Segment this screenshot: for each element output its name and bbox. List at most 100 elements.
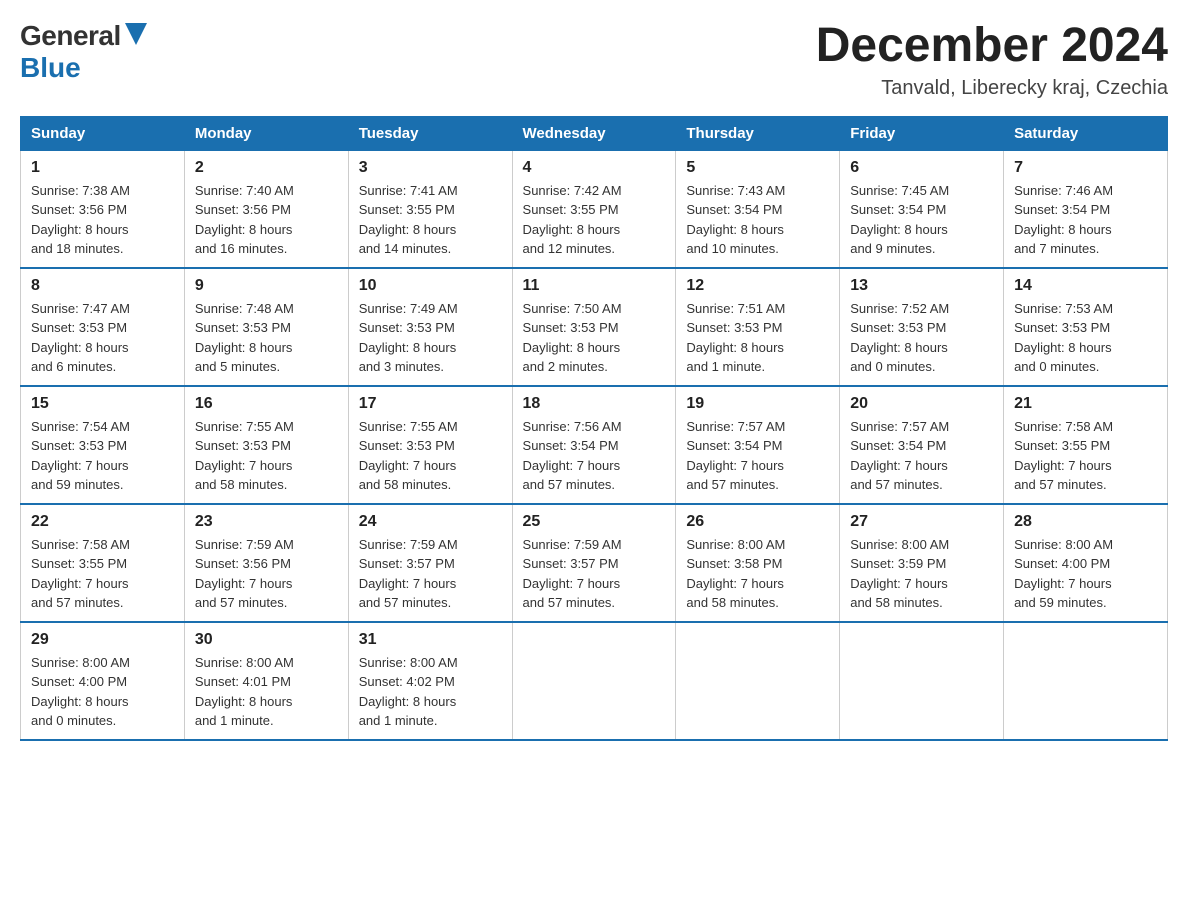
day-cell: 30Sunrise: 8:00 AMSunset: 4:01 PMDayligh…	[184, 622, 348, 740]
day-info: Sunrise: 7:47 AMSunset: 3:53 PMDaylight:…	[31, 299, 174, 377]
day-cell: 3 Sunrise: 7:41 AMSunset: 3:55 PMDaylight…	[348, 150, 512, 268]
day-number: 2	[195, 159, 338, 177]
day-info: Sunrise: 8:00 AMSunset: 4:00 PMDaylight:…	[31, 653, 174, 731]
day-number: 10	[359, 277, 502, 295]
day-cell: 1 Sunrise: 7:38 AMSunset: 3:56 PMDaylight…	[21, 150, 185, 268]
day-cell: 31 Sunrise: 8:00 AMSunset: 4:02 PMDayligh…	[348, 622, 512, 740]
day-info: Sunrise: 7:56 AMSunset: 3:54 PMDaylight:…	[523, 417, 666, 495]
calendar-table: SundayMondayTuesdayWednesdayThursdayFrid…	[20, 116, 1168, 741]
week-row-1: 1 Sunrise: 7:38 AMSunset: 3:56 PMDaylight…	[21, 150, 1168, 268]
day-number: 22	[31, 513, 174, 531]
day-number: 16	[195, 395, 338, 413]
day-info: Sunrise: 7:55 AMSunset: 3:53 PMDaylight:…	[359, 417, 502, 495]
header-cell-monday: Monday	[184, 116, 348, 150]
location-title: Tanvald, Liberecky kraj, Czechia	[816, 77, 1168, 100]
day-cell: 8 Sunrise: 7:47 AMSunset: 3:53 PMDaylight…	[21, 268, 185, 386]
month-title: December 2024	[816, 20, 1168, 73]
day-info: Sunrise: 7:58 AMSunset: 3:55 PMDaylight:…	[31, 535, 174, 613]
day-number: 1	[31, 159, 174, 177]
day-cell: 27Sunrise: 8:00 AMSunset: 3:59 PMDayligh…	[840, 504, 1004, 622]
day-cell: 11Sunrise: 7:50 AMSunset: 3:53 PMDayligh…	[512, 268, 676, 386]
day-info: Sunrise: 7:46 AMSunset: 3:54 PMDaylight:…	[1014, 181, 1157, 259]
day-info: Sunrise: 7:59 AMSunset: 3:57 PMDaylight:…	[523, 535, 666, 613]
header: General Blue December 2024 Tanvald, Libe…	[20, 20, 1168, 100]
week-row-3: 15Sunrise: 7:54 AMSunset: 3:53 PMDayligh…	[21, 386, 1168, 504]
day-cell: 2 Sunrise: 7:40 AMSunset: 3:56 PMDaylight…	[184, 150, 348, 268]
day-info: Sunrise: 7:59 AMSunset: 3:57 PMDaylight:…	[359, 535, 502, 613]
week-row-4: 22 Sunrise: 7:58 AMSunset: 3:55 PMDayligh…	[21, 504, 1168, 622]
logo-blue-text: Blue	[20, 52, 81, 84]
logo-general-text: General	[20, 20, 121, 52]
day-cell: 10 Sunrise: 7:49 AMSunset: 3:53 PMDayligh…	[348, 268, 512, 386]
day-number: 11	[523, 277, 666, 295]
day-cell	[840, 622, 1004, 740]
day-info: Sunrise: 7:48 AMSunset: 3:53 PMDaylight:…	[195, 299, 338, 377]
day-cell: 28Sunrise: 8:00 AMSunset: 4:00 PMDayligh…	[1004, 504, 1168, 622]
day-cell: 24Sunrise: 7:59 AMSunset: 3:57 PMDayligh…	[348, 504, 512, 622]
day-info: Sunrise: 7:51 AMSunset: 3:53 PMDaylight:…	[686, 299, 829, 377]
day-cell: 20 Sunrise: 7:57 AMSunset: 3:54 PMDayligh…	[840, 386, 1004, 504]
day-cell: 22 Sunrise: 7:58 AMSunset: 3:55 PMDayligh…	[21, 504, 185, 622]
day-cell: 13 Sunrise: 7:52 AMSunset: 3:53 PMDayligh…	[840, 268, 1004, 386]
day-cell: 29 Sunrise: 8:00 AMSunset: 4:00 PMDayligh…	[21, 622, 185, 740]
day-cell: 26 Sunrise: 8:00 AMSunset: 3:58 PMDayligh…	[676, 504, 840, 622]
day-number: 21	[1014, 395, 1157, 413]
logo-icon	[125, 23, 147, 45]
header-cell-friday: Friday	[840, 116, 1004, 150]
day-info: Sunrise: 8:00 AMSunset: 3:58 PMDaylight:…	[686, 535, 829, 613]
day-info: Sunrise: 7:57 AMSunset: 3:54 PMDaylight:…	[850, 417, 993, 495]
day-number: 13	[850, 277, 993, 295]
day-number: 17	[359, 395, 502, 413]
day-info: Sunrise: 7:41 AMSunset: 3:55 PMDaylight:…	[359, 181, 502, 259]
title-area: December 2024 Tanvald, Liberecky kraj, C…	[816, 20, 1168, 100]
week-row-5: 29 Sunrise: 8:00 AMSunset: 4:00 PMDayligh…	[21, 622, 1168, 740]
header-cell-wednesday: Wednesday	[512, 116, 676, 150]
day-cell: 4Sunrise: 7:42 AMSunset: 3:55 PMDaylight…	[512, 150, 676, 268]
day-number: 27	[850, 513, 993, 531]
day-info: Sunrise: 7:55 AMSunset: 3:53 PMDaylight:…	[195, 417, 338, 495]
day-cell: 21Sunrise: 7:58 AMSunset: 3:55 PMDayligh…	[1004, 386, 1168, 504]
day-cell: 16 Sunrise: 7:55 AMSunset: 3:53 PMDayligh…	[184, 386, 348, 504]
day-cell: 17 Sunrise: 7:55 AMSunset: 3:53 PMDayligh…	[348, 386, 512, 504]
day-cell: 6Sunrise: 7:45 AMSunset: 3:54 PMDaylight…	[840, 150, 1004, 268]
day-cell: 9 Sunrise: 7:48 AMSunset: 3:53 PMDaylight…	[184, 268, 348, 386]
day-info: Sunrise: 7:52 AMSunset: 3:53 PMDaylight:…	[850, 299, 993, 377]
day-number: 26	[686, 513, 829, 531]
header-row: SundayMondayTuesdayWednesdayThursdayFrid…	[21, 116, 1168, 150]
day-number: 6	[850, 159, 993, 177]
day-cell: 19Sunrise: 7:57 AMSunset: 3:54 PMDayligh…	[676, 386, 840, 504]
day-number: 5	[686, 159, 829, 177]
day-number: 9	[195, 277, 338, 295]
logo: General Blue	[20, 20, 147, 84]
day-number: 3	[359, 159, 502, 177]
day-info: Sunrise: 7:54 AMSunset: 3:53 PMDaylight:…	[31, 417, 174, 495]
day-cell: 15Sunrise: 7:54 AMSunset: 3:53 PMDayligh…	[21, 386, 185, 504]
day-info: Sunrise: 7:59 AMSunset: 3:56 PMDaylight:…	[195, 535, 338, 613]
day-number: 29	[31, 631, 174, 649]
day-number: 31	[359, 631, 502, 649]
day-number: 25	[523, 513, 666, 531]
day-number: 14	[1014, 277, 1157, 295]
day-number: 8	[31, 277, 174, 295]
day-cell: 7 Sunrise: 7:46 AMSunset: 3:54 PMDaylight…	[1004, 150, 1168, 268]
day-cell: 5 Sunrise: 7:43 AMSunset: 3:54 PMDaylight…	[676, 150, 840, 268]
day-info: Sunrise: 7:40 AMSunset: 3:56 PMDaylight:…	[195, 181, 338, 259]
day-cell: 25 Sunrise: 7:59 AMSunset: 3:57 PMDayligh…	[512, 504, 676, 622]
day-number: 19	[686, 395, 829, 413]
day-number: 12	[686, 277, 829, 295]
day-info: Sunrise: 8:00 AMSunset: 4:02 PMDaylight:…	[359, 653, 502, 731]
day-number: 7	[1014, 159, 1157, 177]
day-info: Sunrise: 7:38 AMSunset: 3:56 PMDaylight:…	[31, 181, 174, 259]
day-cell	[676, 622, 840, 740]
day-info: Sunrise: 7:53 AMSunset: 3:53 PMDaylight:…	[1014, 299, 1157, 377]
day-cell: 18 Sunrise: 7:56 AMSunset: 3:54 PMDayligh…	[512, 386, 676, 504]
day-number: 28	[1014, 513, 1157, 531]
day-info: Sunrise: 7:42 AMSunset: 3:55 PMDaylight:…	[523, 181, 666, 259]
week-row-2: 8 Sunrise: 7:47 AMSunset: 3:53 PMDaylight…	[21, 268, 1168, 386]
header-cell-tuesday: Tuesday	[348, 116, 512, 150]
header-cell-thursday: Thursday	[676, 116, 840, 150]
day-info: Sunrise: 7:49 AMSunset: 3:53 PMDaylight:…	[359, 299, 502, 377]
day-number: 20	[850, 395, 993, 413]
day-info: Sunrise: 7:43 AMSunset: 3:54 PMDaylight:…	[686, 181, 829, 259]
day-number: 18	[523, 395, 666, 413]
